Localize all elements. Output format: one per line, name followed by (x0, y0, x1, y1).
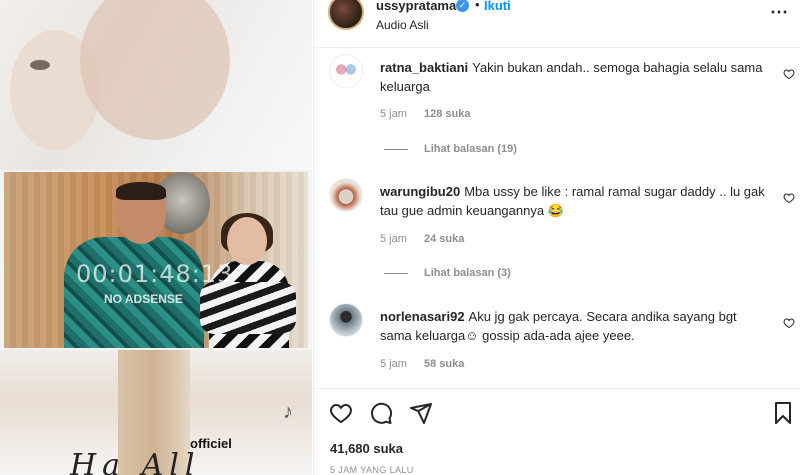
comment-username[interactable]: warungibu20 (380, 184, 460, 199)
comment-time: 5 jam (380, 233, 407, 245)
comment-icon[interactable] (369, 401, 393, 425)
post-media[interactable]: 00:01:48:13 NO ADSENSE ♪ officiel Ha All (0, 0, 312, 475)
video-timer: 00:01:48:13 (76, 260, 234, 288)
post-timestamp: 5 JAM YANG LALU (330, 465, 414, 475)
more-options-icon[interactable]: ⋯ (770, 2, 789, 23)
comment-like-heart-icon[interactable] (783, 68, 795, 80)
post-like-count[interactable]: 41,680 suka (330, 441, 403, 456)
tiktok-icon: ♪ (283, 401, 293, 423)
comment-item: norlenasari92 Aku jg gak percaya. Secara … (314, 303, 800, 383)
comment-meta: 5 jam 58 suka (380, 358, 478, 370)
comment-time: 5 jam (380, 358, 407, 370)
post-header: ussypratama ✓ • Ikuti Audio Asli ⋯ (314, 0, 800, 48)
separator-dot: • (475, 0, 480, 12)
comment-like-count[interactable]: 24 suka (424, 233, 464, 245)
comment-like-heart-icon[interactable] (783, 192, 795, 204)
comment-username[interactable]: ratna_baktiani (380, 60, 468, 75)
comment-time: 5 jam (380, 108, 407, 120)
view-replies-button[interactable]: Lihat balasan (19) (384, 143, 517, 155)
post-action-bar (314, 388, 800, 435)
comment-item: warungibu20 Mba ussy be like : ramal rama… (314, 178, 800, 288)
view-replies-button[interactable]: Lihat balasan (3) (384, 267, 511, 279)
comment-meta: 5 jam 128 suka (380, 108, 484, 120)
comment-text: norlenasari92 Aku jg gak percaya. Secara … (380, 307, 770, 345)
commenter-avatar[interactable] (329, 303, 363, 337)
comment-meta: 5 jam 24 suka (380, 233, 478, 245)
replies-divider (384, 272, 408, 274)
follow-button[interactable]: Ikuti (484, 0, 511, 13)
commenter-avatar[interactable] (329, 54, 363, 88)
replies-divider (384, 148, 408, 150)
heart-icon[interactable] (329, 401, 353, 425)
verified-badge-icon: ✓ (456, 0, 469, 12)
audio-label[interactable]: Audio Asli (376, 18, 429, 32)
comment-like-heart-icon[interactable] (783, 317, 795, 329)
video-pillow (200, 282, 296, 334)
comment-like-count[interactable]: 128 suka (424, 108, 470, 120)
comment-item: ratna_baktiani Yakin bukan andah.. semoga… (314, 54, 800, 164)
comment-username[interactable]: norlenasari92 (380, 309, 465, 324)
video-watermark: NO ADSENSE (104, 292, 183, 306)
video-frame[interactable]: 00:01:48:13 NO ADSENSE (4, 172, 308, 348)
face-right-shape (80, 0, 230, 140)
view-replies-label[interactable]: Lihat balasan (19) (424, 143, 517, 155)
author-avatar[interactable] (328, 0, 364, 30)
commenter-avatar[interactable] (329, 178, 363, 212)
bookmark-icon[interactable] (771, 401, 795, 425)
post-side-panel: ussypratama ✓ • Ikuti Audio Asli ⋯ ratna… (313, 0, 800, 475)
eye-shape (30, 60, 50, 70)
share-icon[interactable] (409, 401, 433, 425)
author-username[interactable]: ussypratama (376, 0, 456, 13)
media-top-image (0, 0, 312, 170)
comment-like-count[interactable]: 58 suka (424, 358, 464, 370)
comment-text: ratna_baktiani Yakin bukan andah.. semoga… (380, 58, 770, 96)
comment-text: warungibu20 Mba ussy be like : ramal rama… (380, 182, 770, 220)
view-replies-label[interactable]: Lihat balasan (3) (424, 267, 511, 279)
media-script-text: Ha All (70, 448, 201, 475)
